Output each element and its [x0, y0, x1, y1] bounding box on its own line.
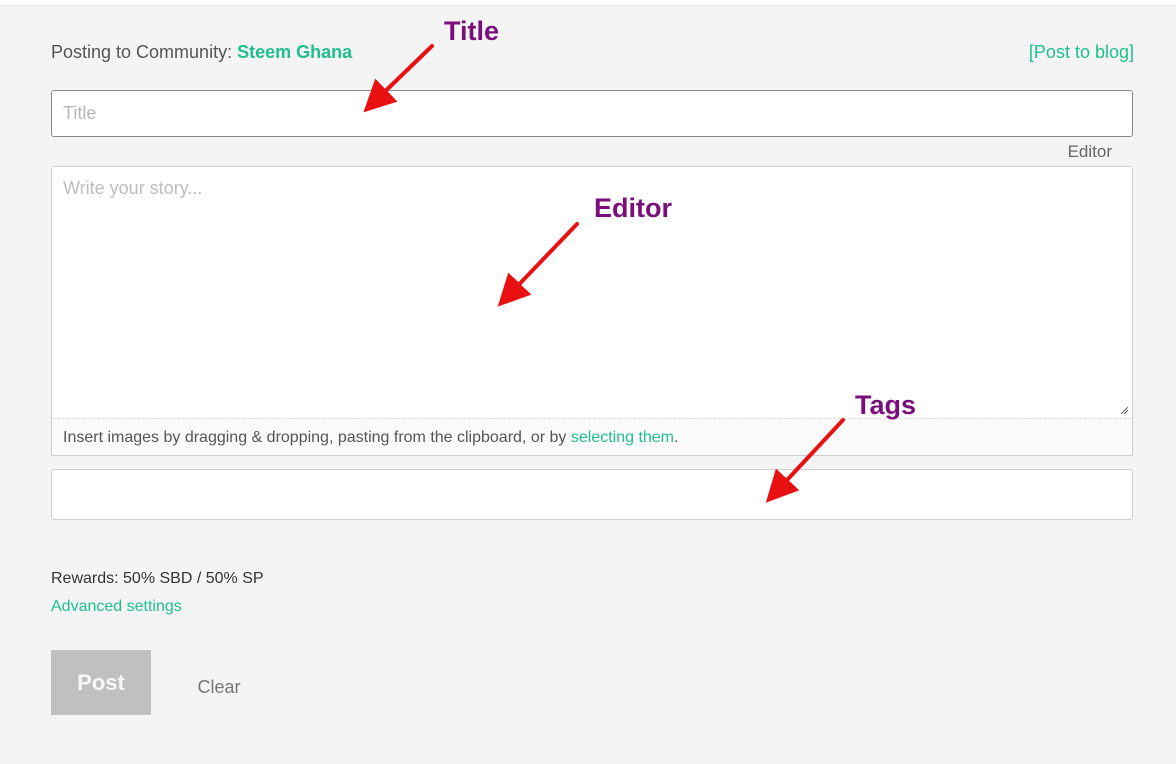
post-button[interactable]: Post — [51, 650, 151, 715]
community-line: Posting to Community: Steem Ghana — [51, 42, 352, 63]
resize-handle-icon[interactable] — [1119, 405, 1129, 415]
rewards-info: Rewards: 50% SBD / 50% SP — [51, 570, 264, 587]
image-upload-hint-text: Insert images by dragging & dropping, pa… — [63, 429, 571, 446]
community-prefix: Posting to Community: — [51, 42, 238, 62]
annotation-title-label: Title — [444, 16, 500, 46]
image-upload-hint: Insert images by dragging & dropping, pa… — [52, 418, 1132, 455]
select-images-link[interactable]: selecting them — [571, 429, 674, 446]
editor-textarea[interactable] — [52, 167, 1132, 418]
editor-box: Insert images by dragging & dropping, pa… — [51, 166, 1133, 456]
editor-toggle-link[interactable]: Editor — [1068, 142, 1112, 162]
image-upload-hint-suffix: . — [674, 429, 679, 446]
annotation-editor-label: Editor — [594, 193, 672, 223]
advanced-settings-link[interactable]: Advanced settings — [51, 598, 182, 616]
post-to-blog-link[interactable]: [Post to blog] — [1029, 42, 1134, 63]
community-name[interactable]: Steem Ghana — [237, 42, 352, 62]
title-input[interactable] — [51, 90, 1133, 137]
clear-button[interactable]: Clear — [186, 672, 252, 702]
top-header-strip — [0, 0, 1176, 6]
annotation-tags-label: Tags — [855, 390, 917, 420]
tags-input[interactable] — [51, 469, 1133, 520]
